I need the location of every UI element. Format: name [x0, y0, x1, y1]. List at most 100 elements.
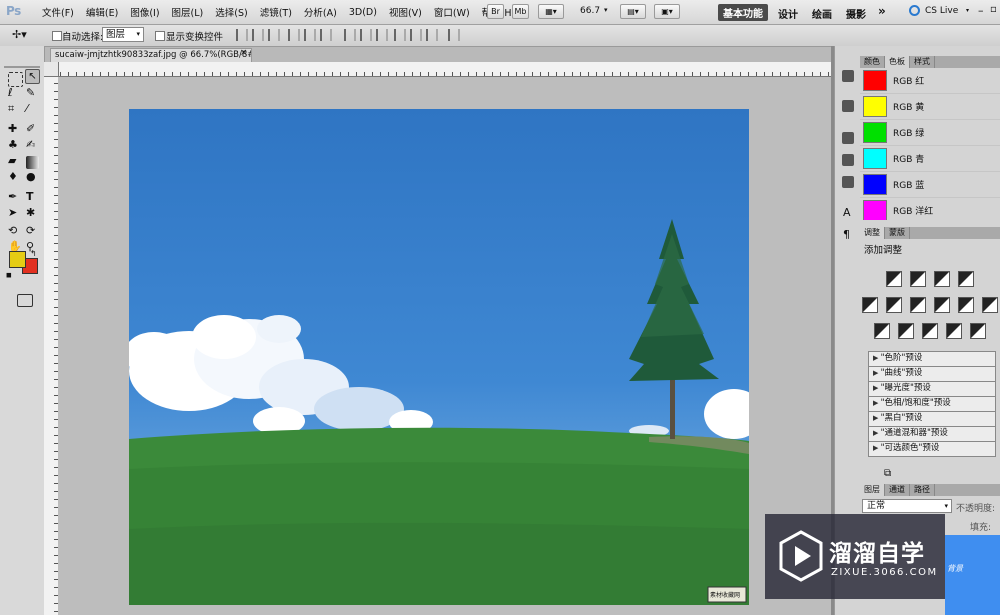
distribute-top-icon[interactable] [344, 29, 356, 41]
clip-to-layer-icon[interactable]: ⧉ [884, 468, 891, 479]
workspace-photography[interactable]: 摄影 [846, 6, 866, 21]
align-hcenter-icon[interactable] [304, 29, 316, 41]
align-top-icon[interactable] [236, 29, 248, 41]
tab-color[interactable]: 颜色 [860, 56, 885, 68]
threshold-icon[interactable] [922, 323, 938, 339]
move-tool-icon[interactable]: ↖ [25, 69, 40, 84]
layer-row-background[interactable]: 背景 [945, 535, 1000, 615]
workspace-essentials[interactable]: 基本功能 [718, 4, 768, 21]
swatch-item[interactable]: RGB 绿 [860, 120, 1000, 146]
distribute-bottom-icon[interactable] [376, 29, 388, 41]
minibridge-panel-icon[interactable] [842, 70, 854, 82]
bridge-button[interactable]: Br [487, 4, 504, 19]
preset-channel-mixer[interactable]: "通道混和器"预设 [868, 426, 996, 442]
auto-align-icon[interactable] [448, 29, 460, 41]
cs-live-button[interactable]: CS Live [925, 6, 958, 16]
history-panel-icon[interactable] [842, 100, 854, 112]
swap-colors-icon[interactable]: ↰ [30, 249, 37, 258]
arrange-documents-button[interactable]: ▤▾ [620, 4, 646, 19]
workspace-painting[interactable]: 绘画 [812, 6, 832, 21]
blend-mode-select[interactable]: 正常 ▾ [862, 499, 952, 513]
minibridge-button[interactable]: Mb [512, 4, 529, 19]
character-panel-icon[interactable]: A [843, 206, 851, 219]
document-image[interactable]: 素材收藏网 [129, 109, 749, 605]
preset-curves[interactable]: "曲线"预设 [868, 366, 996, 382]
photo-filter-icon[interactable] [958, 297, 974, 313]
menu-view[interactable]: 视图(V) [383, 5, 428, 19]
preset-black-white[interactable]: "黑白"预设 [868, 411, 996, 427]
paragraph-panel-icon[interactable]: ¶ [843, 228, 850, 241]
path-select-tool-icon[interactable]: ➤ [8, 206, 17, 219]
auto-select-checkbox[interactable] [52, 31, 62, 41]
swatch-item[interactable]: RGB 黄 [860, 94, 1000, 120]
tab-channels[interactable]: 通道 [885, 484, 910, 496]
quick-select-tool-icon[interactable]: ✎ [26, 86, 35, 99]
shape-tool-icon[interactable]: ✱ [26, 206, 35, 219]
tool-presets-panel-icon[interactable] [842, 132, 854, 144]
chevron-down-icon[interactable]: ▾ [966, 7, 969, 14]
history-brush-tool-icon[interactable]: ✍ [26, 138, 35, 151]
workspace-design[interactable]: 设计 [778, 6, 798, 21]
swatch-item[interactable]: RGB 青 [860, 146, 1000, 172]
exposure-icon[interactable] [958, 271, 974, 287]
swatch-item[interactable]: RGB 红 [860, 68, 1000, 94]
tab-styles[interactable]: 样式 [910, 56, 935, 68]
align-bottom-icon[interactable] [268, 29, 280, 41]
document-tab[interactable]: sucaiw-jmjtzhtk90833zaf.jpg @ 66.7%(RGB/… [50, 48, 252, 62]
clone-source-panel-icon[interactable] [842, 154, 854, 166]
menu-filter[interactable]: 滤镜(T) [254, 5, 298, 19]
zoom-level[interactable]: 66.7 [580, 6, 600, 16]
distribute-right-icon[interactable] [426, 29, 438, 41]
marquee-tool-icon[interactable] [8, 72, 23, 87]
menu-layer[interactable]: 图层(L) [166, 5, 210, 19]
horizontal-ruler[interactable] [44, 62, 831, 77]
move-tool-icon[interactable]: ✢▾ [12, 28, 27, 41]
selective-color-icon[interactable] [970, 323, 986, 339]
align-left-icon[interactable] [288, 29, 300, 41]
eraser-tool-icon[interactable]: ▰ [8, 154, 16, 167]
curves-icon[interactable] [934, 271, 950, 287]
menu-file[interactable]: 文件(F) [36, 5, 80, 19]
screen-mode-button[interactable]: ▣▾ [654, 4, 680, 19]
healing-brush-tool-icon[interactable]: ✚ [8, 122, 17, 135]
eyedropper-tool-icon[interactable]: ⁄ [26, 102, 28, 115]
distribute-left-icon[interactable] [394, 29, 406, 41]
tab-swatches[interactable]: 色板 [885, 56, 910, 68]
crop-tool-icon[interactable]: ⌗ [8, 102, 14, 116]
align-vcenter-icon[interactable] [252, 29, 264, 41]
preset-selective-color[interactable]: "可选颜色"预设 [868, 441, 996, 457]
menu-window[interactable]: 窗口(W) [428, 5, 476, 19]
default-colors-icon[interactable]: ◼ [6, 271, 12, 279]
vertical-ruler[interactable] [44, 76, 59, 615]
gradient-map-icon[interactable] [946, 323, 962, 339]
auto-select-target-select[interactable]: 图层 ▾ [102, 27, 144, 42]
pen-tool-icon[interactable]: ✒ [8, 190, 17, 203]
gradient-tool-icon[interactable] [26, 156, 39, 169]
ruler-origin[interactable] [44, 62, 59, 77]
menu-3d[interactable]: 3D(D) [343, 7, 383, 18]
tab-paths[interactable]: 路径 [910, 484, 935, 496]
clone-stamp-tool-icon[interactable]: ♣ [8, 138, 18, 151]
menu-image[interactable]: 图像(I) [124, 5, 165, 19]
foreground-color-swatch[interactable] [9, 251, 26, 268]
menu-edit[interactable]: 编辑(E) [80, 5, 124, 19]
restore-icon[interactable]: ▫ [990, 4, 997, 15]
type-tool-icon[interactable]: T [26, 190, 34, 203]
invert-icon[interactable] [874, 323, 890, 339]
brightness-contrast-icon[interactable] [886, 271, 902, 287]
preset-hue-saturation[interactable]: "色相/饱和度"预设 [868, 396, 996, 412]
lasso-tool-icon[interactable]: ℓ [8, 86, 13, 99]
minimize-icon[interactable]: – [978, 4, 984, 17]
posterize-icon[interactable] [898, 323, 914, 339]
3d-orbit-tool-icon[interactable]: ⟳ [26, 224, 35, 237]
hue-saturation-icon[interactable] [886, 297, 902, 313]
swatch-item[interactable]: RGB 洋红 [860, 198, 1000, 220]
quick-mask-icon[interactable] [17, 294, 33, 307]
vibrance-icon[interactable] [862, 297, 878, 313]
menu-select[interactable]: 选择(S) [209, 5, 253, 19]
distribute-vcenter-icon[interactable] [360, 29, 372, 41]
tab-masks[interactable]: 蒙版 [885, 227, 910, 239]
swatch-item[interactable]: RGB 蓝 [860, 172, 1000, 198]
color-balance-icon[interactable] [910, 297, 926, 313]
menu-analysis[interactable]: 分析(A) [298, 5, 343, 19]
